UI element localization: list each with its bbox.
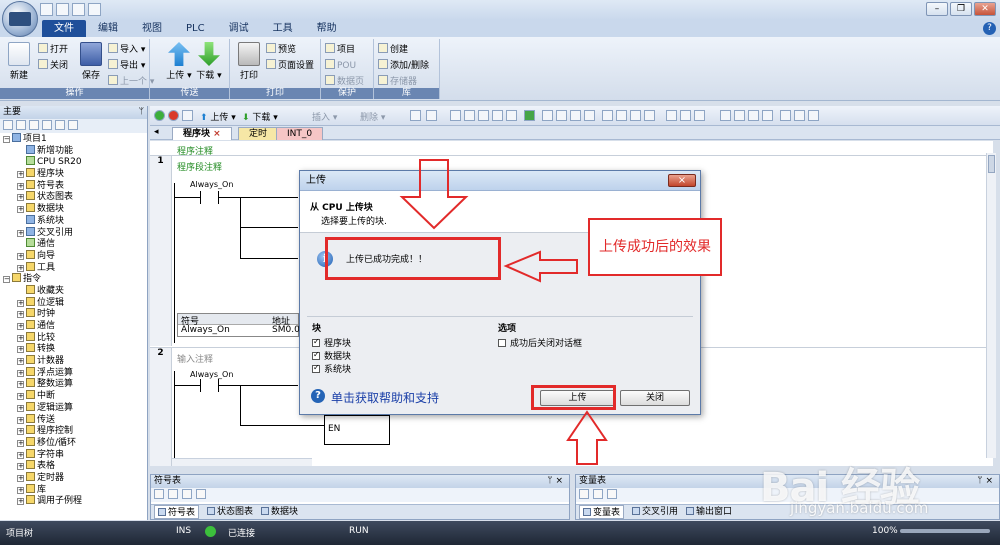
annotation-arrow-down bbox=[399, 159, 469, 230]
annotation-arrow-up bbox=[566, 410, 608, 465]
annotation-arrow-left bbox=[503, 250, 578, 283]
plc-logo-icon bbox=[9, 12, 31, 26]
app-logo-button[interactable] bbox=[2, 1, 38, 37]
watermark-url: jingyan.baidu.com bbox=[790, 499, 929, 517]
